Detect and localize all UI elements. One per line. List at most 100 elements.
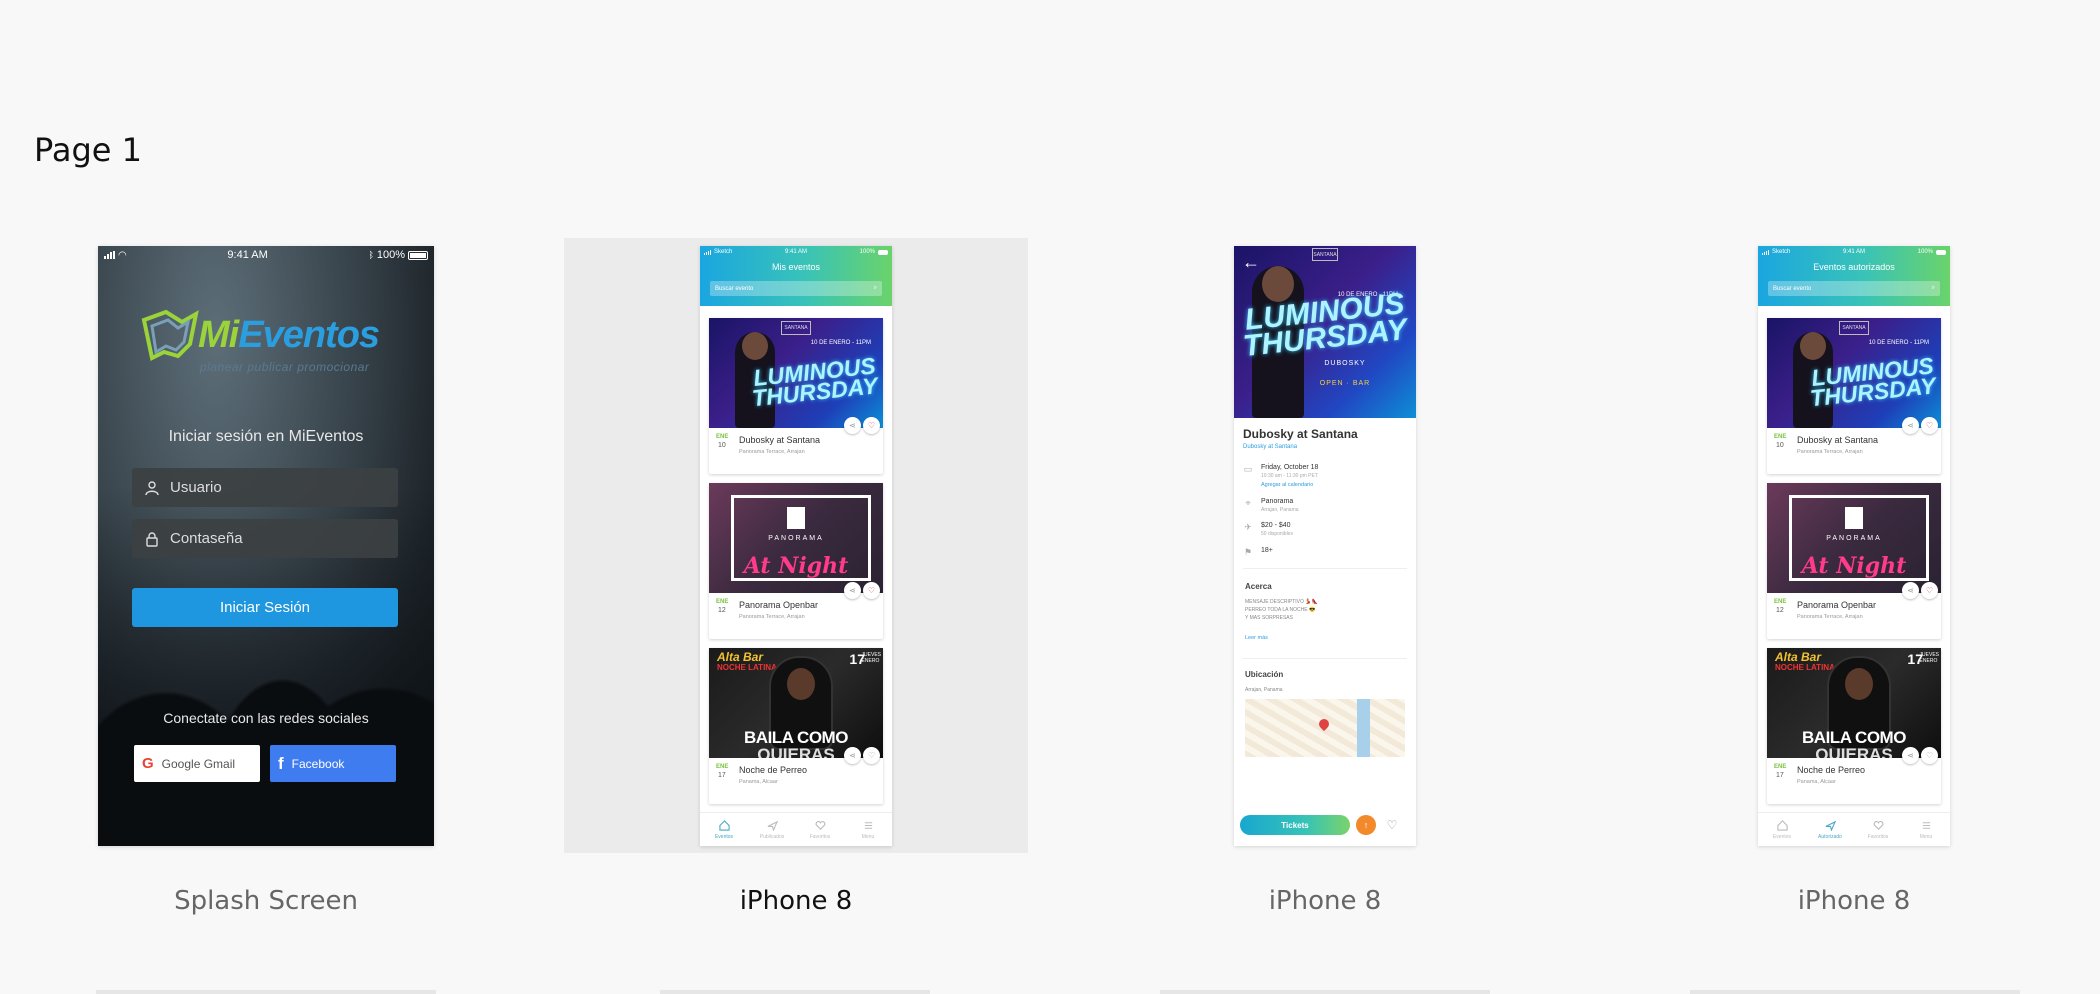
event-card[interactable]: SANTANA 10 DE ENERO - 11PM LUMINOUS THUR… — [709, 318, 883, 474]
artboard-caption-event-detail[interactable]: iPhone 8 — [1155, 886, 1495, 916]
next-artboard-edge — [1690, 990, 2020, 994]
artboard-caption-authorized[interactable]: iPhone 8 — [1684, 886, 2024, 916]
add-to-calendar-link[interactable]: Agregar al calendario — [1261, 482, 1318, 488]
home-icon — [1776, 819, 1788, 831]
next-artboard-edge — [96, 990, 436, 994]
tab-bar: Eventos Publicados Favoritos Menu — [700, 812, 892, 846]
search-input[interactable]: Buscar evento ⌕ — [1768, 281, 1940, 296]
share-icon[interactable]: ⋖ — [1902, 747, 1919, 764]
page-title: Page 1 — [34, 131, 142, 169]
artboard-my-events[interactable]: Sketch 9:41 AM 100% Mis eventos Buscar e… — [700, 246, 892, 846]
heart-icon — [815, 820, 825, 830]
tab-menu[interactable]: Menu — [1902, 813, 1950, 846]
home-icon — [718, 819, 730, 831]
tab-menu[interactable]: Menu — [844, 813, 892, 846]
facebook-login-button[interactable]: f Facebook — [270, 745, 396, 782]
google-button-label: Google Gmail — [161, 756, 236, 771]
event-month: ENE — [716, 599, 729, 605]
share-icon[interactable]: ⋖ — [844, 417, 861, 434]
event-map[interactable] — [1245, 699, 1405, 757]
read-more-link[interactable]: Leer más — [1245, 635, 1268, 641]
google-login-button[interactable]: G Google Gmail — [134, 745, 260, 782]
plane-icon — [1825, 820, 1836, 831]
event-name: Panorama Openbar — [739, 600, 819, 610]
flyer-logo-mark — [787, 507, 805, 529]
about-heading: Acerca — [1245, 582, 1272, 591]
password-placeholder: Contaseña — [170, 530, 243, 547]
event-card[interactable]: Alta Bar NOCHE LATINA 17 JUEVES ENERO BAI… — [709, 648, 883, 804]
flyer-logo-mark — [1845, 507, 1863, 529]
event-month: ENE — [1774, 434, 1787, 440]
flyer-date: 10 DE ENERO - 11PM — [1868, 340, 1929, 346]
user-icon — [145, 480, 159, 495]
password-field[interactable]: Contaseña — [132, 519, 398, 558]
event-price-row: ✈ $20 - $40 50 disponibles — [1243, 522, 1293, 537]
tab-label: Eventos — [714, 833, 734, 840]
artboard-event-detail[interactable]: ← SANTANA 10 DE ENERO - 11PM LUMINOUS TH… — [1234, 246, 1416, 846]
search-icon: ⌕ — [873, 285, 877, 291]
share-action-button[interactable]: ↑ — [1356, 815, 1376, 835]
search-input[interactable]: Buscar evento ⌕ — [710, 281, 882, 296]
social-title: Conectate con las redes sociales — [163, 710, 369, 726]
status-bar: ◠ 9:41 AM ᛒ 100% — [98, 246, 434, 264]
flyer-date: 10 DE ENERO - 11PM — [810, 340, 871, 346]
event-card[interactable]: SANTANA 10 DE ENERO - 11PM LUMINOUS THUR… — [1767, 318, 1941, 474]
carrier: Sketch — [714, 249, 733, 255]
tab-label: Favoritos — [1867, 833, 1889, 840]
tab-autorizado[interactable]: Autorizado — [1806, 813, 1854, 846]
tab-eventos[interactable]: Eventos — [700, 813, 748, 846]
artboard-caption-my-events[interactable]: iPhone 8 — [626, 886, 966, 916]
plane-icon — [767, 820, 778, 831]
search-placeholder: Buscar evento — [715, 285, 754, 292]
tab-publicados[interactable]: Publicados — [748, 813, 796, 846]
heart-icon[interactable]: ♡ — [863, 747, 880, 764]
share-icon[interactable]: ⋖ — [1902, 582, 1919, 599]
logo-tagline: planear publicar promocionar — [200, 360, 370, 374]
favorite-button[interactable]: ♡ — [1384, 817, 1400, 833]
event-venue: Panorama Terrace, Arrajan — [1797, 449, 1863, 455]
event-flyer: SANTANA 10 DE ENERO - 11PM LUMINOUS THUR… — [1767, 318, 1941, 428]
tab-label: Eventos — [1772, 833, 1792, 840]
next-artboard-edge — [1160, 990, 1490, 994]
tab-favoritos[interactable]: Favoritos — [1854, 813, 1902, 846]
flyer-weekday: JUEVES ENERO — [1919, 652, 1939, 664]
tab-eventos[interactable]: Eventos — [1758, 813, 1806, 846]
wifi-icon: ◠ — [118, 249, 127, 261]
signal-icon — [1762, 249, 1769, 255]
back-arrow-icon[interactable]: ← — [1242, 252, 1260, 273]
artboard-authorized-events[interactable]: Sketch 9:41 AM 100% Eventos autorizados … — [1758, 246, 1950, 846]
screen-title: Mis eventos — [771, 262, 821, 272]
flyer-person-head — [1800, 332, 1826, 360]
event-name: Noche de Perreo — [739, 765, 808, 775]
signal-icon — [704, 249, 711, 255]
tab-favoritos[interactable]: Favoritos — [796, 813, 844, 846]
tickets-button[interactable]: Tickets — [1240, 815, 1350, 835]
battery-percent: 100% — [859, 249, 875, 255]
tab-label: Menu — [1919, 833, 1933, 840]
flyer-headline: At Night — [743, 553, 849, 579]
artboard-caption-splash[interactable]: Splash Screen — [96, 886, 436, 916]
status-bar: Sketch 9:41 AM 100% — [1758, 246, 1950, 258]
heart-icon[interactable]: ♡ — [863, 417, 880, 434]
heart-icon[interactable]: ♡ — [1921, 417, 1938, 434]
event-organizer-link[interactable]: Dubosky at Santana — [1243, 444, 1297, 450]
login-button[interactable]: Iniciar Sesión — [132, 588, 398, 627]
artboard-splash-screen[interactable]: ◠ 9:41 AM ᛒ 100% MiEventos planear publi… — [98, 246, 434, 846]
event-card[interactable]: PANORAMA At Night ⋖ ♡ ENE 12 Panorama Op… — [709, 483, 883, 639]
event-card[interactable]: PANORAMA At Night ⋖ ♡ ENE 12 Panorama Op… — [1767, 483, 1941, 639]
heart-icon[interactable]: ♡ — [1921, 582, 1938, 599]
location-address: Arrajan, Panama — [1245, 687, 1283, 693]
share-icon[interactable]: ⋖ — [1902, 417, 1919, 434]
username-field[interactable]: Usuario — [132, 468, 398, 507]
heart-icon[interactable]: ♡ — [1921, 747, 1938, 764]
event-age: 18+ — [1261, 547, 1273, 554]
event-venue: Panama, Alcaar — [1797, 779, 1836, 785]
heart-icon[interactable]: ♡ — [863, 582, 880, 599]
next-artboard-edge — [660, 990, 930, 994]
flyer-dj: DUBOSKY — [1324, 360, 1366, 367]
share-icon[interactable]: ⋖ — [844, 747, 861, 764]
flyer-open-bar: OPEN · BAR — [1319, 380, 1371, 387]
share-icon[interactable]: ⋖ — [844, 582, 861, 599]
event-card[interactable]: Alta Bar NOCHE LATINA 17 JUEVES ENERO BAI… — [1767, 648, 1941, 804]
event-name: Noche de Perreo — [1797, 765, 1866, 775]
